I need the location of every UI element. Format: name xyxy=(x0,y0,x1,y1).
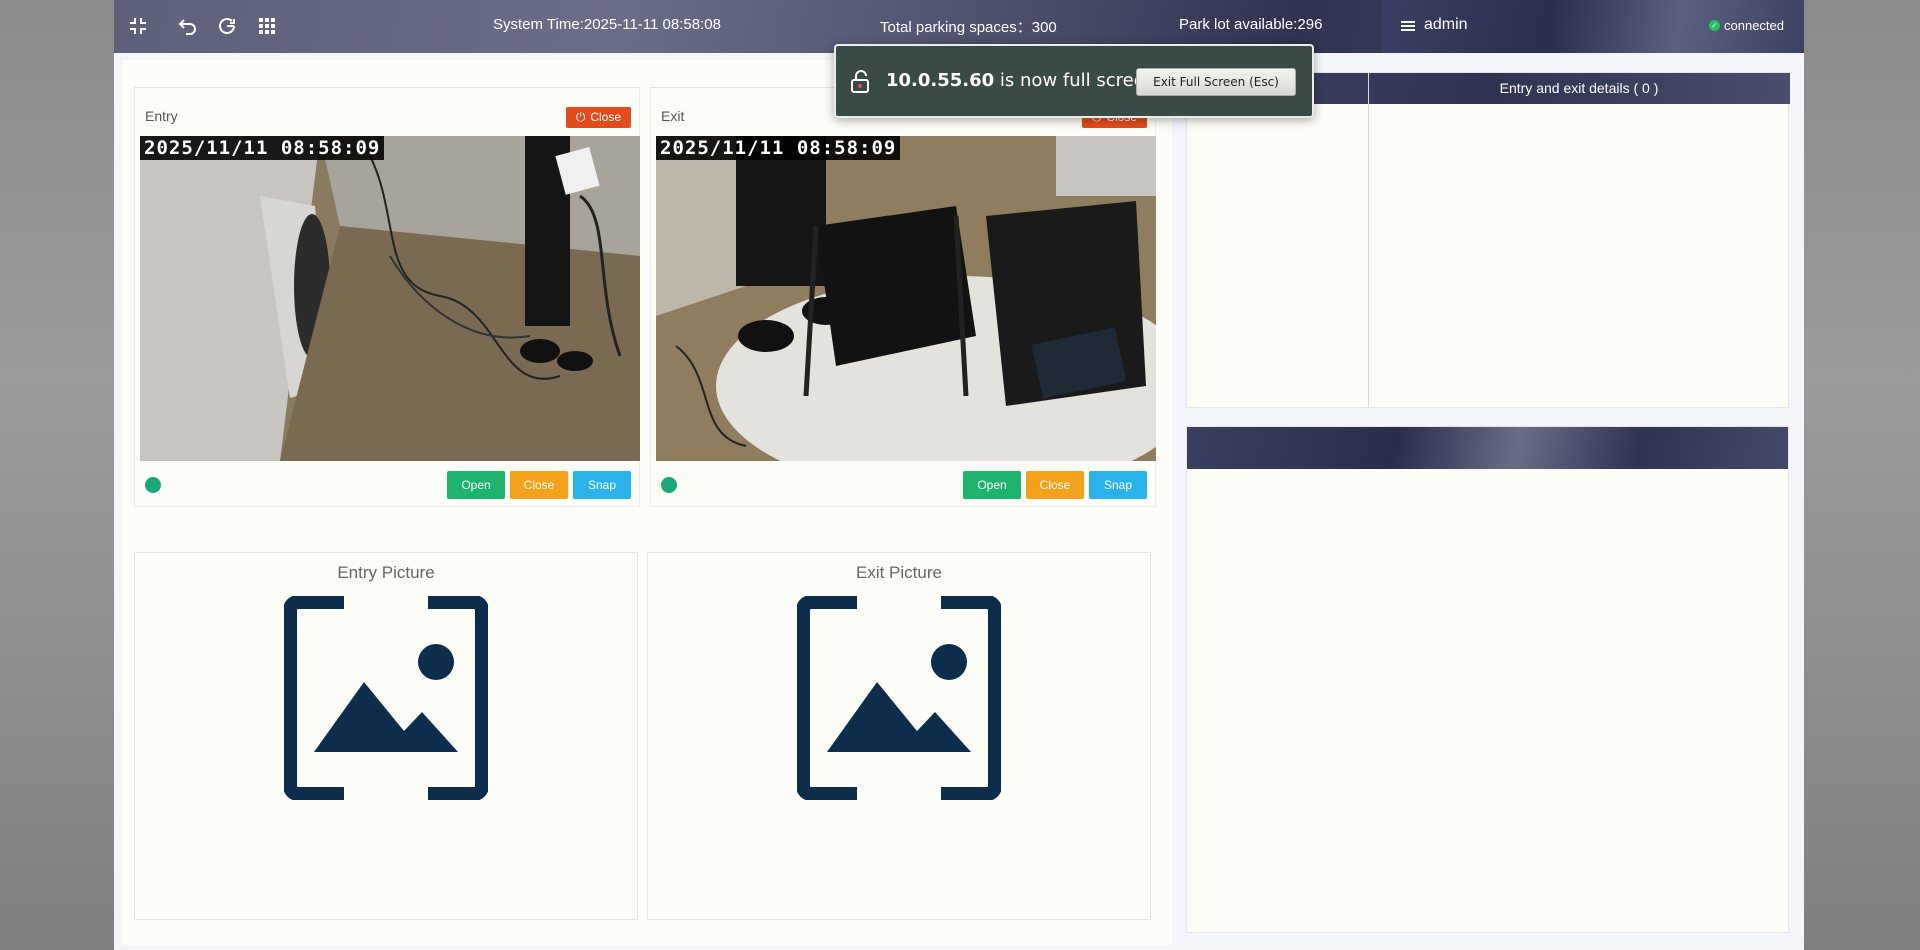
user-box: admin ✓ connected xyxy=(1382,0,1804,53)
check-circle-icon: ✓ xyxy=(1709,20,1720,31)
detail-panel xyxy=(1186,426,1789,933)
total-parking-spaces: Total parking spaces：300 xyxy=(880,19,1057,36)
exit-fullscreen-icon[interactable] xyxy=(125,14,151,38)
exit-camera-feed: 2025/11/11 08:58:09 xyxy=(656,136,1156,461)
entry-picture-card: Entry Picture xyxy=(134,552,638,920)
records-table: ( 0num ) Entry and exit details ( 0 ) xyxy=(1186,72,1790,408)
entry-camera-card: Entry ⏻ Close 2025/11/11 08:58:09 Open C… xyxy=(134,87,640,507)
entry-camera-image xyxy=(140,136,640,461)
exit-camera-title: Exit xyxy=(661,108,685,124)
exit-timestamp: 2025/11/11 08:58:09 xyxy=(656,136,901,160)
detail-panel-header xyxy=(1187,427,1788,469)
entry-close-button[interactable]: ⏻ Close xyxy=(565,107,631,128)
entry-camera-title: Entry xyxy=(145,108,178,124)
exit-picture-title: Exit Picture xyxy=(856,563,942,582)
entry-controls: Open Close Snap xyxy=(447,471,631,499)
image-placeholder-icon xyxy=(284,596,488,800)
refresh-icon[interactable] xyxy=(214,14,240,38)
exit-gate-close-button[interactable]: Close xyxy=(1026,471,1084,499)
entry-snap-button[interactable]: Snap xyxy=(573,471,631,499)
apps-grid-icon[interactable] xyxy=(254,14,280,38)
unlock-icon xyxy=(851,70,869,93)
parking-app: System Time:2025-11-11 08:58:08 Total pa… xyxy=(114,0,1804,950)
exit-snap-button[interactable]: Snap xyxy=(1089,471,1147,499)
exit-status-dot xyxy=(661,477,677,493)
park-lot-available: Park lot available:296 xyxy=(1179,16,1323,33)
exit-camera-image xyxy=(656,136,1156,461)
power-icon: ⏻ xyxy=(575,110,586,124)
username[interactable]: admin xyxy=(1424,16,1468,34)
records-area: ( 0num ) Entry and exit details ( 0 ) xyxy=(1178,60,1798,945)
image-placeholder-icon xyxy=(797,596,1001,800)
exit-controls: Open Close Snap xyxy=(963,471,1147,499)
exit-fullscreen-button[interactable]: Exit Full Screen (Esc) xyxy=(1136,68,1296,96)
menu-icon[interactable] xyxy=(1400,17,1416,35)
undo-icon[interactable] xyxy=(174,14,200,38)
fullscreen-text: is now full screen xyxy=(999,70,1157,91)
exit-open-button[interactable]: Open xyxy=(963,471,1021,499)
details-column-header: Entry and exit details ( 0 ) xyxy=(1499,80,1659,96)
entry-open-button[interactable]: Open xyxy=(447,471,505,499)
fullscreen-host: 10.0.55.60 xyxy=(886,70,995,91)
entry-picture-title: Entry Picture xyxy=(337,563,435,582)
connection-label: connected xyxy=(1724,18,1784,33)
exit-picture-card: Exit Picture xyxy=(647,552,1151,920)
entry-timestamp: 2025/11/11 08:58:09 xyxy=(140,136,385,160)
fullscreen-notification: 10.0.55.60 is now full screen Exit Full … xyxy=(834,44,1314,118)
camera-area: Entry ⏻ Close 2025/11/11 08:58:09 Open C… xyxy=(122,60,1172,945)
entry-gate-close-button[interactable]: Close xyxy=(510,471,568,499)
system-time: System Time:2025-11-11 08:58:08 xyxy=(493,16,721,33)
fullscreen-message: 10.0.55.60 is now full screen xyxy=(886,70,1156,91)
exit-camera-card: Exit ⏻ Close xyxy=(650,87,1156,507)
entry-close-label: Close xyxy=(590,110,621,124)
entry-status-dot xyxy=(145,477,161,493)
connection-status: ✓ connected xyxy=(1709,18,1784,33)
column-divider xyxy=(1368,73,1369,407)
entry-camera-feed: 2025/11/11 08:58:09 xyxy=(140,136,640,461)
